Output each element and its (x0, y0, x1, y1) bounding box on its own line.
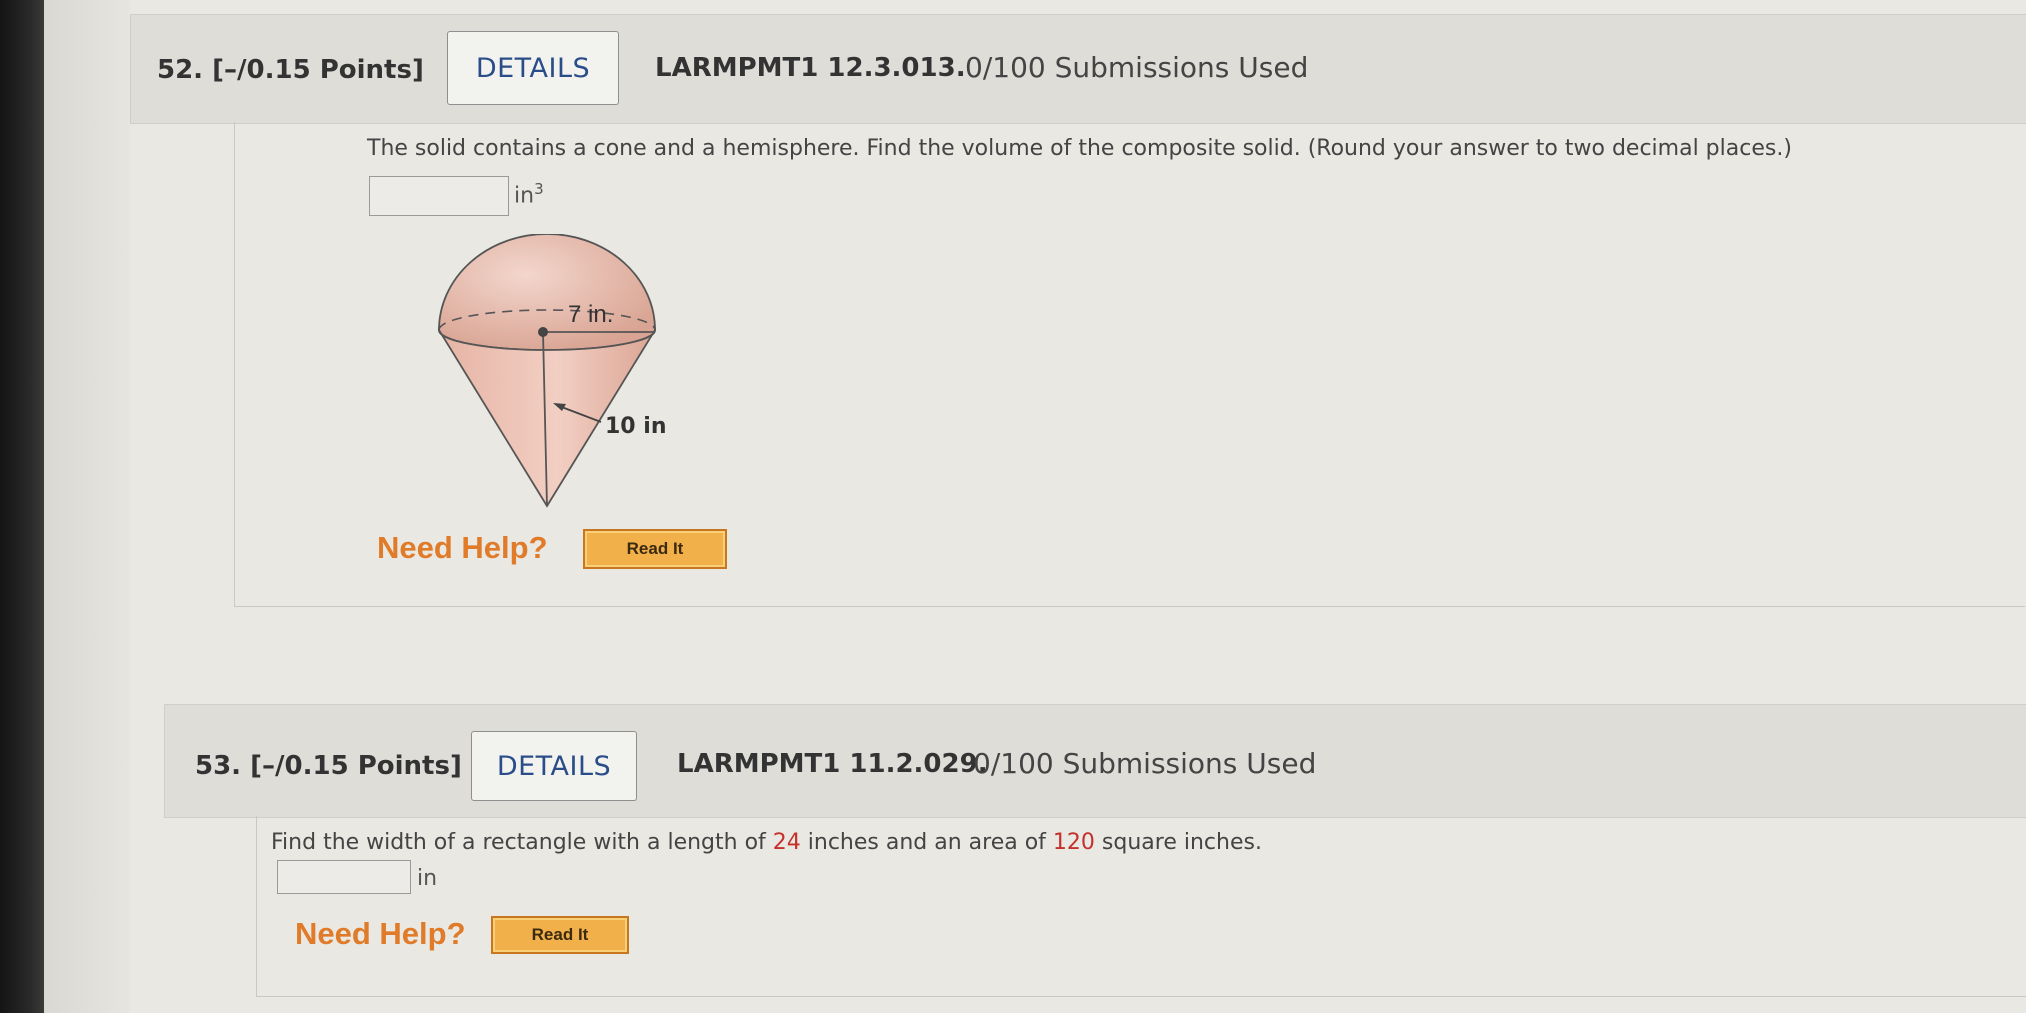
q52-answer-input[interactable] (369, 176, 509, 216)
radius-label: 7 in. (568, 301, 613, 328)
q53-unit: in (417, 866, 438, 891)
q53-area-value: 120 (1052, 830, 1095, 855)
q52-read-it-button[interactable]: Read It (583, 529, 727, 569)
q53-answer-input[interactable] (277, 860, 411, 894)
q53-prompt: Find the width of a rectangle with a len… (271, 830, 1262, 855)
q53-read-it-button[interactable]: Read It (491, 916, 629, 954)
q52-need-help-label: Need Help? (377, 530, 548, 565)
q53-details-button[interactable]: DETAILS (471, 731, 637, 801)
q52-unit: in3 (514, 180, 544, 209)
q52-body: The solid contains a cone and a hemisphe… (234, 122, 2025, 607)
assignment-page: 52. [–/0.15 Points] DETAILS LARMPMT1 12.… (130, 0, 2026, 1013)
q53-body: Find the width of a rectangle with a len… (256, 816, 2026, 997)
q53-submissions: 0/100 Submissions Used (973, 747, 1317, 780)
q52-prompt: The solid contains a cone and a hemisphe… (367, 136, 1792, 161)
q53-problem-code: LARMPMT1 11.2.029. (677, 749, 988, 779)
composite-solid-figure: 7 in. 10 in (438, 234, 666, 508)
monitor-bezel (0, 0, 44, 1013)
q53-header: 53. [–/0.15 Points] DETAILS LARMPMT1 11.… (164, 704, 2026, 818)
q52-number: 52. [–/0.15 Points] (157, 55, 424, 85)
slant-label: 10 in (605, 414, 666, 439)
q52-details-button[interactable]: DETAILS (447, 31, 619, 105)
center-point (538, 327, 548, 337)
page-margin (44, 0, 130, 1013)
q52-problem-code: LARMPMT1 12.3.013. (655, 53, 966, 83)
q53-number: 53. [–/0.15 Points] (195, 751, 462, 781)
q53-length-value: 24 (772, 830, 801, 855)
q52-submissions: 0/100 Submissions Used (965, 51, 1309, 84)
q52-header: 52. [–/0.15 Points] DETAILS LARMPMT1 12.… (130, 14, 2026, 124)
q53-need-help-label: Need Help? (295, 916, 466, 951)
